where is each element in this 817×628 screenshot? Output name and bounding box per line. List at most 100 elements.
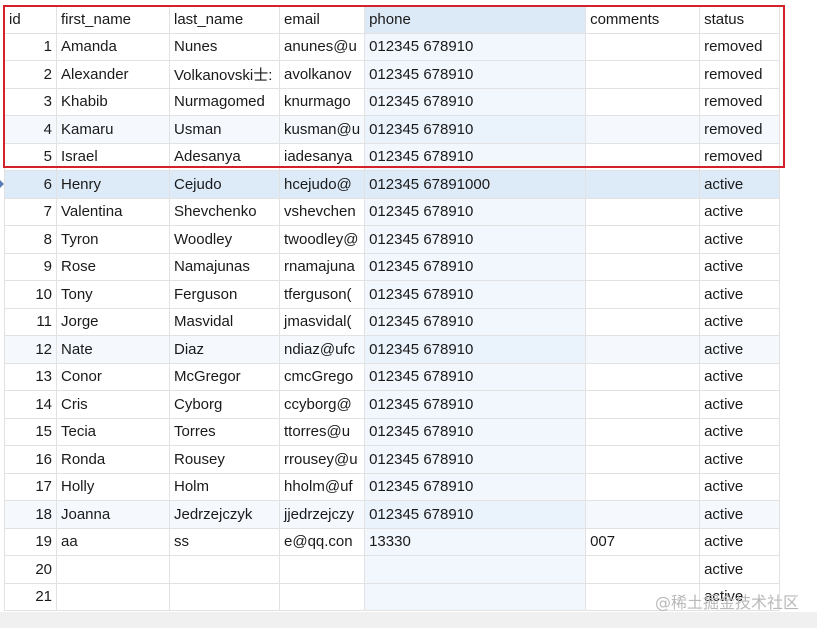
cell-email[interactable] [278, 555, 366, 584]
cell-first-name[interactable]: Alexander [56, 60, 170, 89]
column-header-status[interactable]: status [699, 5, 781, 34]
table-row[interactable]: 9 Rose Namajunas rnamajuna 012345 678910 acti… [4, 252, 781, 281]
cell-id[interactable]: 17 [4, 472, 57, 501]
cell-last-name[interactable]: Usman [169, 115, 280, 144]
column-header-email[interactable]: email [278, 5, 366, 34]
cell-id[interactable]: 2 [4, 60, 57, 89]
column-header-comments[interactable]: comments [585, 5, 701, 34]
cell-id[interactable]: 21 [4, 582, 57, 611]
cell-comments[interactable] [585, 555, 701, 584]
cell-last-name[interactable] [169, 582, 280, 611]
cell-last-name[interactable]: Nunes [169, 32, 280, 61]
cell-comments[interactable] [585, 362, 701, 391]
table-row[interactable]: 17 Holly Holm hholm@uf 012345 678910 active [4, 472, 781, 501]
table-row[interactable]: 11 Jorge Masvidal jmasvidal(012345 678910 ac… [4, 307, 781, 336]
cell-status[interactable]: active [699, 252, 781, 281]
cell-last-name[interactable]: Cejudo [169, 170, 280, 199]
cell-id[interactable]: 4 [4, 115, 57, 144]
cell-email[interactable]: jjedrzejczy [278, 500, 366, 529]
cell-last-name[interactable]: Volkanovski士: [169, 60, 280, 89]
cell-email[interactable]: jmasvidal( [278, 307, 366, 336]
cell-email[interactable]: cmcGrego [278, 362, 366, 391]
table-row[interactable]: 10 Tony Ferguson tferguson(012345 678910 act… [4, 280, 781, 309]
cell-first-name[interactable]: Henry [56, 170, 170, 199]
cell-first-name[interactable]: Joanna [56, 500, 170, 529]
table-row[interactable]: 8 Tyron Woodley twoodley@ 012345 678910 activ… [4, 225, 781, 254]
cell-phone[interactable]: 13330 [364, 527, 587, 556]
cell-phone[interactable]: 012345 678910 [364, 390, 587, 419]
cell-email[interactable]: rnamajuna [278, 252, 366, 281]
column-header-phone[interactable]: phone [364, 5, 587, 34]
cell-phone[interactable]: 012345 67891000 [364, 170, 587, 199]
cell-email[interactable]: hcejudo@ [278, 170, 366, 199]
cell-first-name[interactable]: Jorge [56, 307, 170, 336]
cell-last-name[interactable]: Ferguson [169, 280, 280, 309]
cell-status[interactable]: active [699, 417, 781, 446]
cell-status[interactable]: active [699, 390, 781, 419]
cell-first-name[interactable]: Cris [56, 390, 170, 419]
cell-phone[interactable]: 012345 678910 [364, 142, 587, 171]
cell-email[interactable]: ttorres@u [278, 417, 366, 446]
cell-id[interactable]: 1 [4, 32, 57, 61]
cell-email[interactable]: ndiaz@ufc [278, 335, 366, 364]
cell-comments[interactable] [585, 60, 701, 89]
cell-phone[interactable]: 012345 678910 [364, 87, 587, 116]
table-row[interactable]: 7 Valentina Shevchenko vshevchen 012345 6789… [4, 197, 781, 226]
cell-last-name[interactable]: Torres [169, 417, 280, 446]
cell-id[interactable]: 10 [4, 280, 57, 309]
cell-phone[interactable]: 012345 678910 [364, 362, 587, 391]
cell-last-name[interactable] [169, 555, 280, 584]
cell-status[interactable]: active [699, 472, 781, 501]
cell-last-name[interactable]: Shevchenko [169, 197, 280, 226]
cell-email[interactable]: kusman@u [278, 115, 366, 144]
table-row[interactable]: 1 Amanda Nunes anunes@u 012345 678910 removed [4, 32, 781, 61]
cell-comments[interactable] [585, 307, 701, 336]
cell-comments[interactable] [585, 445, 701, 474]
table-row[interactable]: 13 Conor McGregor cmcGrego 012345 678910 acti… [4, 362, 781, 391]
cell-status[interactable]: active [699, 335, 781, 364]
table-row[interactable]: 12 Nate Diaz ndiaz@ufc 012345 678910 active [4, 335, 781, 364]
cell-first-name[interactable] [56, 555, 170, 584]
cell-last-name[interactable]: ss [169, 527, 280, 556]
cell-status[interactable]: active [699, 225, 781, 254]
cell-phone[interactable]: 012345 678910 [364, 472, 587, 501]
cell-email[interactable]: hholm@uf [278, 472, 366, 501]
cell-email[interactable]: iadesanya [278, 142, 366, 171]
cell-comments[interactable] [585, 87, 701, 116]
cell-id[interactable]: 14 [4, 390, 57, 419]
cell-phone[interactable]: 012345 678910 [364, 280, 587, 309]
cell-id[interactable]: 15 [4, 417, 57, 446]
cell-last-name[interactable]: Adesanya [169, 142, 280, 171]
cell-comments[interactable] [585, 32, 701, 61]
cell-email[interactable]: e@qq.con [278, 527, 366, 556]
cell-first-name[interactable]: Holly [56, 472, 170, 501]
cell-phone[interactable]: 012345 678910 [364, 225, 587, 254]
cell-last-name[interactable]: McGregor [169, 362, 280, 391]
cell-id[interactable]: 5 [4, 142, 57, 171]
cell-first-name[interactable]: Valentina [56, 197, 170, 226]
cell-first-name[interactable]: Israel [56, 142, 170, 171]
cell-comments[interactable] [585, 197, 701, 226]
cell-last-name[interactable]: Holm [169, 472, 280, 501]
cell-status[interactable]: active [699, 197, 781, 226]
cell-id[interactable]: 16 [4, 445, 57, 474]
cell-status[interactable]: active [699, 445, 781, 474]
horizontal-scrollbar[interactable] [0, 612, 817, 628]
table-row[interactable]: 20 active [4, 555, 781, 584]
table-row[interactable]: 3 Khabib Nurmagomed knurmago 012345 678910 re… [4, 87, 781, 116]
cell-id[interactable]: 9 [4, 252, 57, 281]
cell-status[interactable]: removed [699, 32, 781, 61]
cell-last-name[interactable]: Jedrzejczyk [169, 500, 280, 529]
cell-comments[interactable] [585, 225, 701, 254]
cell-first-name[interactable]: Khabib [56, 87, 170, 116]
cell-first-name[interactable]: Tyron [56, 225, 170, 254]
cell-last-name[interactable]: Masvidal [169, 307, 280, 336]
cell-first-name[interactable]: Conor [56, 362, 170, 391]
cell-last-name[interactable]: Nurmagomed [169, 87, 280, 116]
cell-last-name[interactable]: Rousey [169, 445, 280, 474]
cell-first-name[interactable]: Kamaru [56, 115, 170, 144]
cell-email[interactable]: anunes@u [278, 32, 366, 61]
cell-status[interactable]: active [699, 500, 781, 529]
cell-phone[interactable]: 012345 678910 [364, 445, 587, 474]
cell-comments[interactable] [585, 390, 701, 419]
